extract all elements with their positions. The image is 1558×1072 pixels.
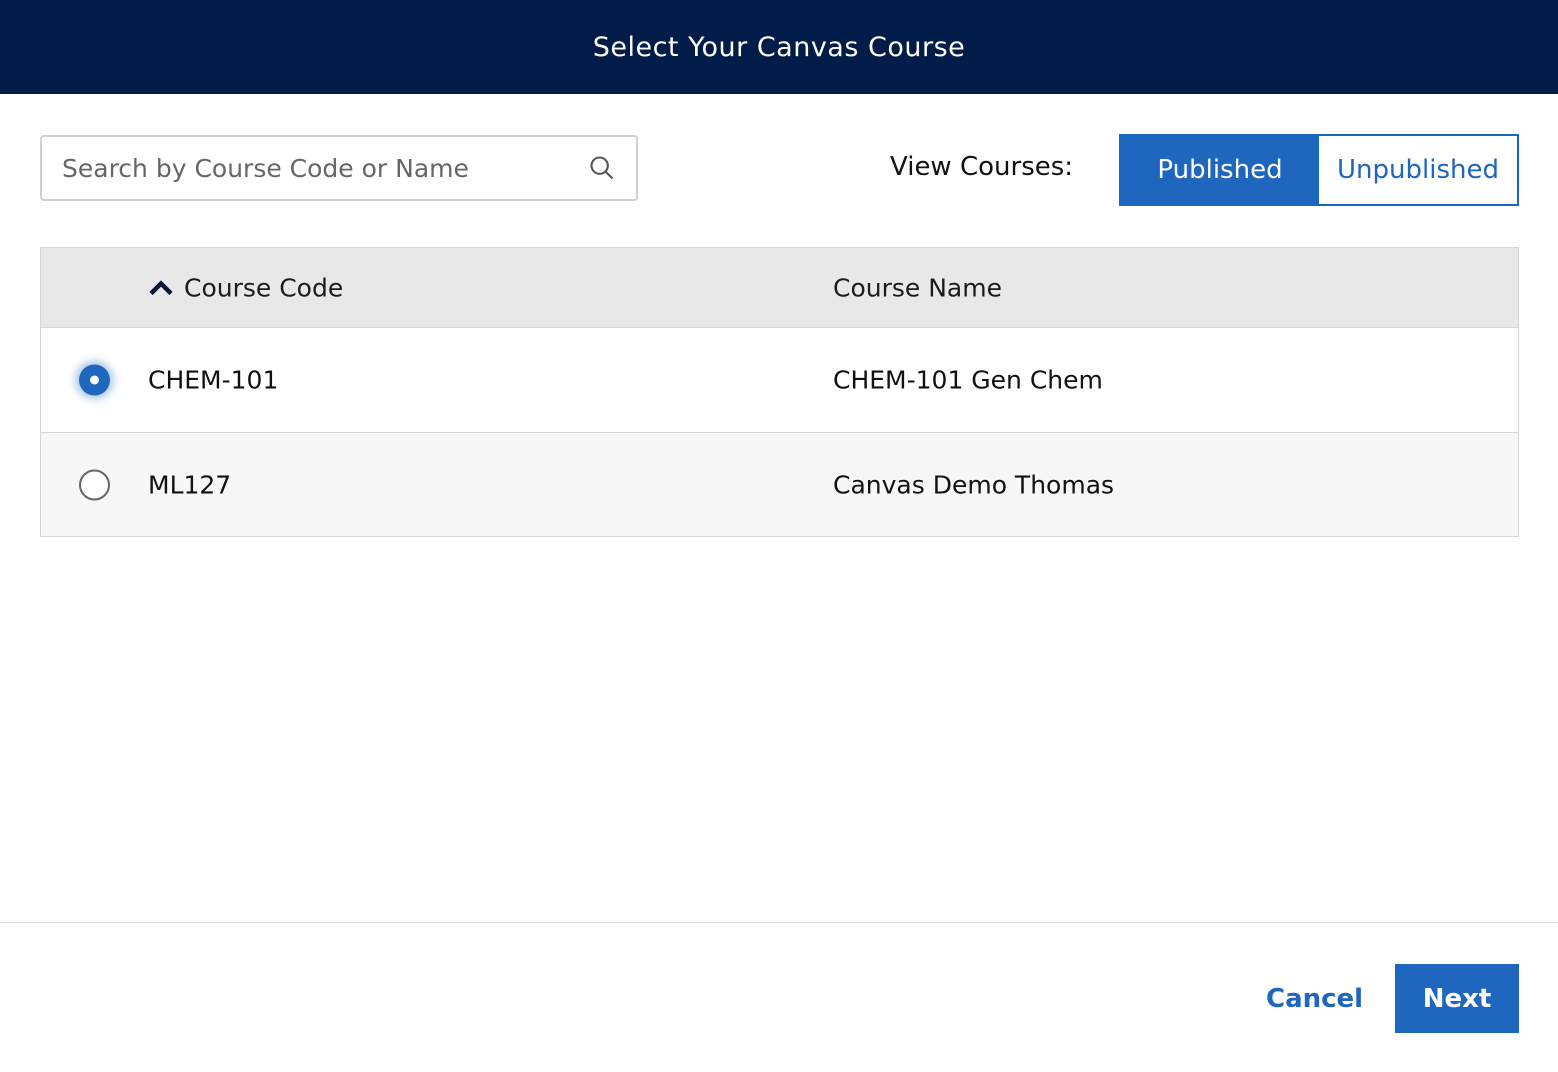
course-code-cell: ML127 [148,470,232,499]
search-box[interactable] [40,135,638,201]
sort-ascending-icon [149,280,173,296]
course-name-cell: CHEM-101 Gen Chem [833,365,1103,395]
course-name-cell: Canvas Demo Thomas [833,470,1115,499]
course-code-cell: CHEM-101 [148,365,279,395]
course-code-header-label: Course Code [184,273,344,302]
table-row[interactable]: CHEM-101 CHEM-101 Gen Chem [41,328,1518,432]
course-name-column-header[interactable]: Course Name [833,273,1002,302]
dialog-title: Select Your Canvas Course [592,31,966,63]
view-courses-label: View Courses: [890,152,1074,182]
view-courses-toggle: Published Unpublished [1119,134,1519,206]
next-button[interactable]: Next [1395,964,1519,1033]
table-header: Course Code Course Name [41,248,1518,328]
search-icon[interactable] [588,154,616,182]
course-radio[interactable] [79,469,110,500]
dialog-header: Select Your Canvas Course [0,0,1558,94]
course-radio-selected[interactable] [79,364,110,396]
cancel-button[interactable]: Cancel [1250,964,1379,1033]
unpublished-toggle-button[interactable]: Unpublished [1319,136,1517,204]
footer-divider [0,922,1558,923]
course-code-column-header[interactable]: Course Code [148,273,343,302]
search-input[interactable] [62,153,588,183]
published-toggle-button[interactable]: Published [1121,136,1319,204]
table-row[interactable]: ML127 Canvas Demo Thomas [41,432,1518,536]
courses-table: Course Code Course Name CHEM-101 CHEM-10… [40,247,1519,537]
